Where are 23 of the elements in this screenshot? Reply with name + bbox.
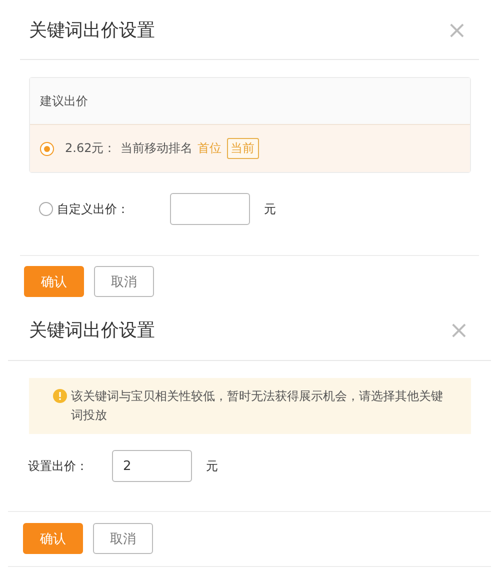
dialog-title: 关键词出价设置 [29, 319, 155, 342]
warning-icon [53, 389, 67, 403]
rank-value: 首位 [198, 140, 222, 157]
bid-input[interactable] [170, 193, 250, 225]
dialog-title: 关键词出价设置 [29, 18, 155, 42]
rank-label: 当前移动排名 [120, 140, 193, 157]
suggestion-heading: 建议出价 [40, 92, 88, 110]
warning-message: 该关键词与宝贝相关性较低，暂时无法获得展示机会，请选择其他关键词投放 [71, 388, 444, 424]
confirm-button[interactable]: 确认 [24, 266, 84, 297]
confirm-button[interactable]: 确认 [23, 523, 83, 554]
bid-input[interactable]: 2 [112, 450, 192, 482]
close-button[interactable]: × [446, 18, 467, 42]
radio-button[interactable] [39, 202, 53, 216]
current-tag: 当前 [226, 138, 259, 159]
unit-label: 元 [206, 458, 218, 474]
suggested-price: 2.62元： [65, 140, 116, 157]
cancel-button[interactable]: 取消 [93, 523, 153, 554]
close-button[interactable]: × [448, 318, 469, 342]
cancel-button[interactable]: 取消 [94, 266, 154, 297]
bid-label: 设置出价： [28, 458, 89, 474]
radio-button[interactable] [40, 142, 54, 156]
custom-bid-label: 自定义出价： [57, 200, 130, 218]
unit-label: 元 [264, 200, 276, 218]
